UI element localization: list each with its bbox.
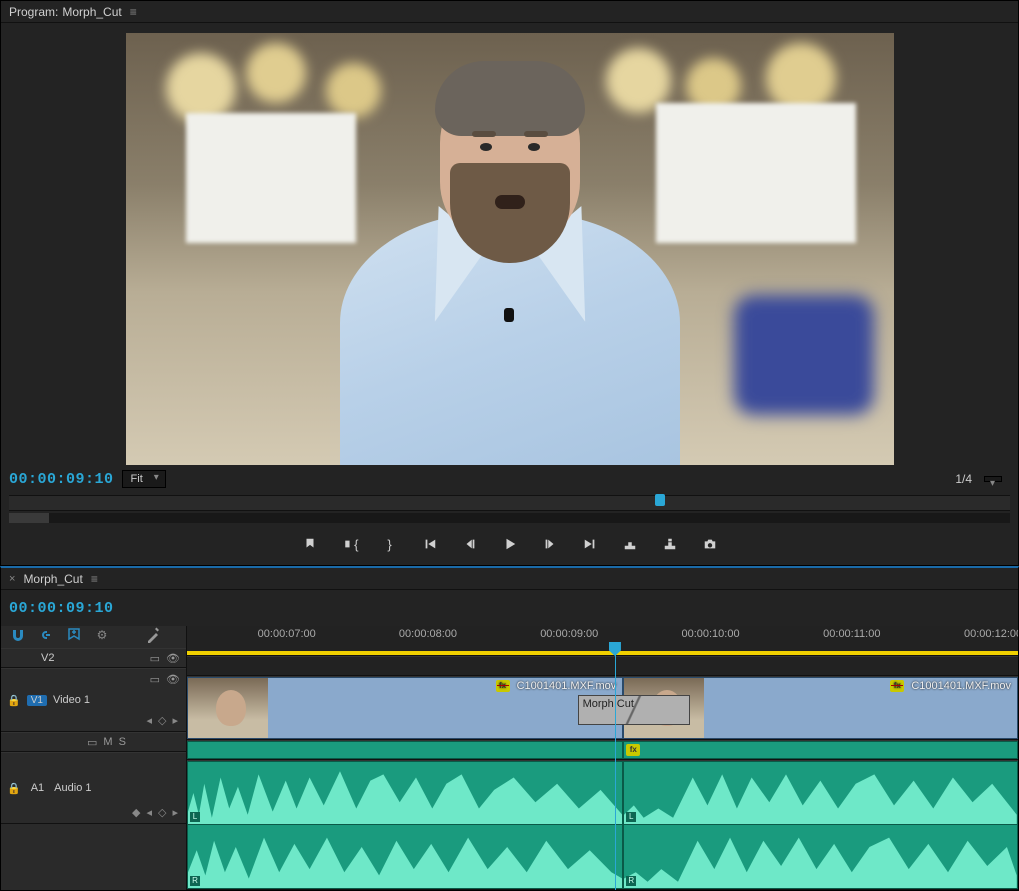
channel-label-l: L [190, 812, 200, 822]
track-a1-tag[interactable]: A1 [27, 782, 48, 794]
playback-resolution[interactable]: 1/4 [955, 472, 972, 486]
panel-title-prefix: Program: [9, 5, 58, 19]
program-mini-ruler[interactable] [9, 495, 1010, 511]
lock-icon[interactable]: 🔒 [7, 782, 21, 795]
timeline-header-row: 00:00:09:10 [1, 590, 1018, 626]
add-marker-tool-icon[interactable] [65, 626, 83, 644]
extract-button[interactable] [661, 535, 679, 553]
video-frame[interactable] [126, 33, 894, 465]
clip-label: fx C1001401.MXF.mov [496, 680, 617, 692]
panel-menu-icon[interactable]: ≡ [130, 5, 137, 19]
prev-keyframe-icon[interactable]: ◂ [146, 714, 152, 727]
mark-out-button[interactable]: } [381, 535, 399, 553]
track-a1-name: Audio 1 [54, 782, 91, 794]
eye-icon[interactable]: 👁 [166, 673, 180, 686]
next-keyframe-icon[interactable]: ▸ [172, 714, 178, 727]
track-lane-a1[interactable]: L R L R [187, 760, 1018, 890]
transition-label: Morph Cut [583, 698, 634, 710]
timeline-menu-icon[interactable]: ≡ [91, 572, 98, 586]
video-clip-a[interactable]: fx C1001401.MXF.mov [187, 677, 623, 739]
timeline-panel: × Morph_Cut ≡ 00:00:09:10 ⚙ V2 ▭ 👁 🔒 [0, 566, 1019, 891]
fx-badge-icon[interactable]: fx [890, 680, 904, 692]
program-panel-header: Program: Morph_Cut ≡ [1, 1, 1018, 23]
clip-filename: C1001401.MXF.mov [517, 680, 617, 692]
ruler-label: 00:00:08:00 [399, 628, 457, 640]
transport-controls: { } [1, 525, 1018, 565]
add-keyframe-icon[interactable]: ◇ [158, 806, 166, 819]
linked-selection-icon[interactable] [37, 626, 55, 644]
solo-button[interactable]: S [119, 736, 126, 749]
toggle-sync-lock-icon[interactable]: 👁 [166, 652, 180, 665]
track-lane-v2[interactable] [187, 656, 1018, 676]
track-lane-v1[interactable]: fx C1001401.MXF.mov fx C1001401.MXF.mov … [187, 676, 1018, 740]
keyframe-diamond-icon[interactable]: ◆ [132, 806, 140, 819]
ruler-label: 00:00:12:00 [964, 628, 1018, 640]
clip-thumbnail [188, 678, 268, 738]
fx-badge-icon[interactable]: fx [626, 744, 640, 756]
program-zoom-bar[interactable] [9, 513, 1010, 523]
current-timecode[interactable]: 00:00:09:10 [9, 471, 114, 488]
timeline-playhead[interactable] [615, 642, 616, 890]
viewer-control-bar: 00:00:09:10 Fit 1/4 [1, 465, 1018, 493]
timeline-panel-header: × Morph_Cut ≡ [1, 568, 1018, 590]
goto-out-button[interactable] [581, 535, 599, 553]
fx-badge-icon[interactable]: fx [496, 680, 510, 692]
track-header-a1-toggles[interactable]: ▭ M S [1, 732, 186, 752]
mute-button[interactable]: M [103, 736, 112, 749]
track-header-v1[interactable]: 🔒 V1 Video 1 ▭ 👁 ◂ ◇ ▸ [1, 668, 186, 732]
track-v2-tag[interactable]: V2 [41, 652, 54, 664]
toggle-output-icon[interactable]: ▭ [150, 652, 160, 665]
video-viewer [1, 23, 1018, 465]
step-forward-button[interactable] [541, 535, 559, 553]
add-keyframe-icon[interactable]: ◇ [158, 714, 166, 727]
step-back-button[interactable] [461, 535, 479, 553]
timeline-tools-row: ⚙ [1, 626, 186, 648]
lock-icon[interactable]: 🔒 [7, 694, 21, 707]
toggle-output-icon[interactable]: ▭ [87, 736, 97, 749]
channel-label-r: R [190, 876, 200, 886]
track-header-v2[interactable]: V2 ▭ 👁 [1, 648, 186, 668]
audio-clip-a[interactable]: L R [187, 761, 623, 889]
track-headers-column: ⚙ V2 ▭ 👁 🔒 V1 Video 1 ▭ 👁 ◂ ◇ ▸ [1, 626, 187, 890]
timeline-body: ⚙ V2 ▭ 👁 🔒 V1 Video 1 ▭ 👁 ◂ ◇ ▸ [1, 626, 1018, 890]
prev-keyframe-icon[interactable]: ◂ [146, 806, 152, 819]
timeline-tracks-area[interactable]: 00:00:07:00 00:00:08:00 00:00:09:00 00:0… [187, 626, 1018, 890]
channel-label-r: R [626, 876, 636, 886]
ruler-label: 00:00:11:00 [823, 628, 880, 640]
zoom-fit-dropdown[interactable]: Fit [122, 470, 166, 488]
clip-filename: C1001401.MXF.mov [911, 680, 1011, 692]
panel-title-name: Morph_Cut [62, 5, 121, 19]
timeline-tab-name[interactable]: Morph_Cut [23, 572, 82, 586]
timeline-close-icon[interactable]: × [9, 573, 15, 585]
toggle-output-icon[interactable]: ▭ [150, 673, 160, 686]
morph-cut-transition[interactable]: Morph Cut [578, 695, 690, 725]
channel-label-l: L [626, 812, 636, 822]
mark-in-button[interactable]: { [341, 535, 359, 553]
add-marker-button[interactable] [301, 535, 319, 553]
timeline-ruler[interactable]: 00:00:07:00 00:00:08:00 00:00:09:00 00:0… [187, 626, 1018, 656]
clip-label: fx C1001401.MXF.mov [890, 680, 1011, 692]
snap-tool-icon[interactable] [9, 626, 27, 644]
export-frame-button[interactable] [701, 535, 719, 553]
timeline-settings-icon[interactable]: ⚙ [93, 626, 111, 644]
ruler-label: 00:00:09:00 [540, 628, 598, 640]
zoom-handle[interactable] [9, 513, 49, 523]
timeline-timecode[interactable]: 00:00:09:10 [9, 600, 114, 617]
timeline-wrench-icon[interactable] [145, 626, 163, 644]
track-header-a1[interactable]: 🔒 A1 Audio 1 ◆ ◂ ◇ ▸ [1, 752, 186, 824]
program-monitor-panel: Program: Morph_Cut ≡ [0, 0, 1019, 566]
track-lane-a1-header[interactable]: fx [187, 740, 1018, 760]
ruler-label: 00:00:07:00 [258, 628, 316, 640]
track-v1-name: Video 1 [53, 694, 90, 706]
program-playhead-icon[interactable] [655, 494, 665, 506]
audio-clip-b[interactable]: L R [623, 761, 1018, 889]
next-keyframe-icon[interactable]: ▸ [172, 806, 178, 819]
work-area-bar[interactable] [187, 651, 1018, 655]
resolution-dropdown-arrow[interactable] [984, 476, 1002, 482]
play-button[interactable] [501, 535, 519, 553]
lift-button[interactable] [621, 535, 639, 553]
goto-in-button[interactable] [421, 535, 439, 553]
track-v1-tag[interactable]: V1 [27, 695, 47, 706]
ruler-label: 00:00:10:00 [681, 628, 739, 640]
